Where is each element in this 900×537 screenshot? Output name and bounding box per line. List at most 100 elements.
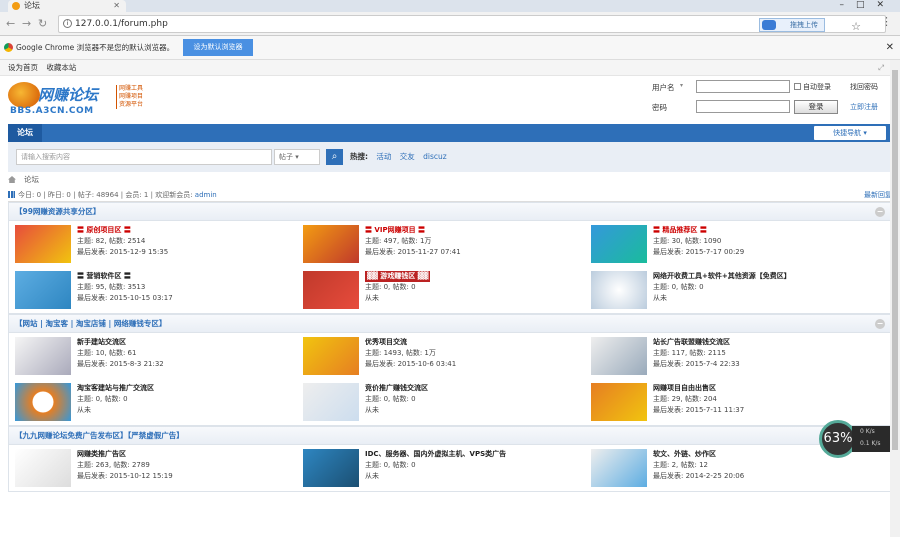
close-infobar-icon[interactable]: ✕	[886, 36, 894, 60]
hot-link[interactable]: discuz	[423, 152, 447, 161]
set-home-link[interactable]: 设为首页	[8, 63, 38, 72]
login-button[interactable]: 登录	[794, 100, 838, 114]
forum-title-link[interactable]: 新手建站交流区	[77, 338, 126, 346]
forum-thumbnail[interactable]	[15, 337, 71, 375]
forward-icon[interactable]: →	[22, 17, 31, 30]
forum-last-post[interactable]: 最后发表: 2015-10-12 15:19	[77, 471, 292, 482]
nav-forum-tab[interactable]: 论坛	[8, 124, 42, 142]
password-input[interactable]	[696, 100, 790, 113]
forum-title-link[interactable]: 〓 原创项目区 〓	[77, 226, 131, 234]
register-link[interactable]: 立即注册	[850, 102, 878, 112]
username-input[interactable]	[696, 80, 790, 93]
forum-last-post[interactable]: 最后发表: 2015-10-15 03:17	[77, 293, 292, 304]
forum-thumbnail[interactable]	[303, 225, 359, 263]
forum-item[interactable]: 新手建站交流区 主题: 10, 帖数: 61 最后发表: 2015-8-3 21:3…	[9, 333, 299, 379]
latest-replies-link[interactable]: 最新回复	[864, 188, 892, 202]
browser-tab[interactable]: 论坛 ✕	[8, 0, 126, 12]
home-icon[interactable]	[8, 176, 16, 183]
section-title[interactable]: 【网站 | 淘宝客 | 淘宝店铺 | 网络赚钱专区】	[15, 319, 166, 328]
quicknav-button[interactable]: 快捷导航 ▾	[814, 126, 886, 140]
forum-title-link[interactable]: 竞价推广赚钱交流区	[365, 384, 428, 392]
forum-thumbnail[interactable]	[303, 383, 359, 421]
info-icon[interactable]: i	[63, 19, 72, 28]
forum-last-post[interactable]: 从未	[77, 405, 292, 416]
forum-item[interactable]: 〓 精品推荐区 〓主题: 30, 帖数: 1090 最后发表: 2015-7-17…	[585, 221, 875, 267]
forum-last-post[interactable]: 最后发表: 2015-10-6 03:41	[365, 359, 580, 370]
forum-last-post[interactable]: 从未	[365, 405, 580, 416]
forum-item[interactable]: ▓▓ 游戏赚钱区 ▓▓ 主题: 0, 帖数: 0 从未	[297, 267, 587, 313]
close-tab-icon[interactable]: ✕	[113, 0, 120, 12]
back-icon[interactable]: ←	[6, 17, 15, 30]
reload-icon[interactable]: ↻	[38, 17, 47, 30]
forum-item[interactable]: IDC、服务器、国内外虚拟主机、VPS类广告 主题: 0, 帖数: 0 从未	[297, 445, 587, 491]
forum-title-link[interactable]: 优秀项目交流	[365, 338, 407, 346]
search-input[interactable]: 请输入搜索内容	[16, 149, 272, 165]
section-title[interactable]: 【九九网赚论坛免费广告发布区】【严禁虚假广告】	[15, 431, 184, 440]
section-header[interactable]: 【网站 | 淘宝客 | 淘宝店铺 | 网络赚钱专区】 −	[9, 315, 891, 333]
search-scope-select[interactable]: 帖子 ▾	[274, 149, 320, 165]
expand-icon[interactable]: ⤢	[878, 60, 884, 76]
forum-title-link[interactable]: IDC、服务器、国内外虚拟主机、VPS类广告	[365, 450, 506, 458]
forum-title-link[interactable]: 站长广告联盟赚钱交流区	[653, 338, 730, 346]
forum-item[interactable]: 网赚项目自由出售区 主题: 29, 帖数: 204 最后发表: 2015-7-11 …	[585, 379, 875, 425]
collapse-icon[interactable]: −	[875, 319, 885, 329]
forum-last-post[interactable]: 最后发表: 2015-8-3 21:32	[77, 359, 292, 370]
chrome-menu-icon[interactable]: ⋮	[881, 15, 892, 28]
forum-title-link[interactable]: 软文、外链、炒作区	[653, 450, 716, 458]
bookmark-link[interactable]: 收藏本站	[46, 63, 76, 72]
forgot-password-link[interactable]: 找回密码	[850, 82, 878, 92]
forum-thumbnail[interactable]	[591, 225, 647, 263]
forum-thumbnail[interactable]	[591, 383, 647, 421]
forum-item[interactable]: 〓 原创项目区 〓主题: 82, 帖数: 2514 最后发表: 2015-12-9…	[9, 221, 299, 267]
hot-link[interactable]: 交友	[400, 152, 415, 161]
collapse-icon[interactable]: −	[875, 207, 885, 217]
forum-item[interactable]: 〓 营销软件区 〓主题: 95, 帖数: 3513 最后发表: 2015-10-1…	[9, 267, 299, 313]
set-default-button[interactable]: 设为默认浏览器	[183, 39, 253, 56]
forum-thumbnail[interactable]	[591, 337, 647, 375]
forum-item[interactable]: 站长广告联盟赚钱交流区 主题: 117, 帖数: 2115 最后发表: 2015-7…	[585, 333, 875, 379]
forum-thumbnail[interactable]	[303, 337, 359, 375]
forum-thumbnail[interactable]	[15, 383, 71, 421]
window-controls[interactable]: –□✕	[839, 0, 896, 10]
section-header[interactable]: 【99网赚资源共享分区】 −	[9, 203, 891, 221]
forum-thumbnail[interactable]	[303, 271, 359, 309]
forum-item[interactable]: 网络开收费工具+软件+其他资源【免费区】 主题: 0, 帖数: 0 从未	[585, 267, 875, 313]
forum-thumbnail[interactable]	[15, 449, 71, 487]
forum-title-link[interactable]: 网赚项目自由出售区	[653, 384, 716, 392]
forum-title-link[interactable]: 网赚类推广告区	[77, 450, 126, 458]
forum-last-post[interactable]: 最后发表: 2015-7-4 22:33	[653, 359, 868, 370]
hot-link[interactable]: 活动	[376, 152, 391, 161]
search-icon[interactable]: ⌕	[326, 149, 343, 165]
forum-title-link[interactable]: 〓 营销软件区 〓	[77, 272, 131, 280]
forum-title-link[interactable]: ▓▓ 游戏赚钱区 ▓▓	[365, 271, 431, 282]
upload-button[interactable]: 拖拽上传	[759, 18, 825, 32]
forum-item[interactable]: 〓 VIP网赚项目 〓主题: 497, 帖数: 1万 最后发表: 2015-11-…	[297, 221, 587, 267]
forum-last-post[interactable]: 最后发表: 2015-7-11 11:37	[653, 405, 868, 416]
forum-last-post[interactable]: 从未	[365, 293, 580, 304]
forum-title-link[interactable]: 网络开收费工具+软件+其他资源【免费区】	[653, 272, 791, 280]
forum-thumbnail[interactable]	[15, 225, 71, 263]
forum-item[interactable]: 优秀项目交流 主题: 1493, 帖数: 1万 最后发表: 2015-10-6 03…	[297, 333, 587, 379]
forum-title-link[interactable]: 〓 精品推荐区 〓	[653, 226, 707, 234]
forum-last-post[interactable]: 从未	[653, 293, 868, 304]
section-title[interactable]: 【99网赚资源共享分区】	[15, 207, 100, 216]
forum-thumbnail[interactable]	[591, 449, 647, 487]
breadcrumb-forum[interactable]: 论坛	[24, 175, 39, 184]
forum-thumbnail[interactable]	[303, 449, 359, 487]
forum-title-link[interactable]: 淘宝客建站与推广交流区	[77, 384, 154, 392]
bookmark-star-icon[interactable]: ☆	[851, 19, 861, 35]
remember-checkbox[interactable]: 自动登录	[794, 82, 831, 92]
forum-title-link[interactable]: 〓 VIP网赚项目 〓	[365, 226, 425, 234]
newest-member-link[interactable]: admin	[195, 191, 217, 199]
forum-last-post[interactable]: 最后发表: 2015-12-9 15:35	[77, 247, 292, 258]
forum-last-post[interactable]: 最后发表: 2015-11-27 07:41	[365, 247, 580, 258]
forum-item[interactable]: 淘宝客建站与推广交流区 主题: 0, 帖数: 0 从未	[9, 379, 299, 425]
forum-last-post[interactable]: 最后发表: 2014-2-25 20:06	[653, 471, 868, 482]
forum-last-post[interactable]: 从未	[365, 471, 580, 482]
scrollbar[interactable]	[890, 60, 900, 537]
forum-item[interactable]: 竞价推广赚钱交流区 主题: 0, 帖数: 0 从未	[297, 379, 587, 425]
dropdown-icon[interactable]: ▾	[680, 82, 683, 89]
scrollbar-thumb[interactable]	[892, 70, 898, 450]
site-logo[interactable]: 网赚论坛 BBS.A3CN.COM 网赚工具 网赚项目 资源平台	[8, 82, 144, 118]
forum-item[interactable]: 网赚类推广告区 主题: 263, 帖数: 2789 最后发表: 2015-10-12…	[9, 445, 299, 491]
